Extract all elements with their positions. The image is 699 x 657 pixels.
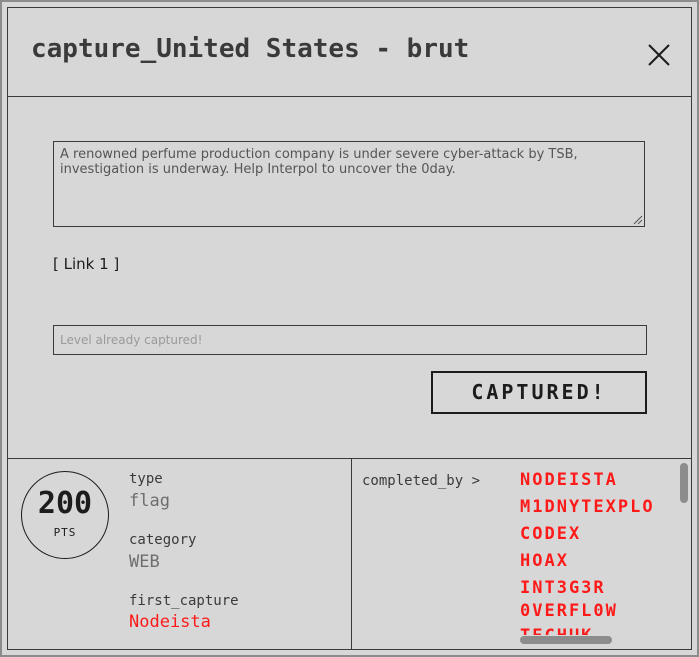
- completed-user[interactable]: NODEISTA: [520, 467, 676, 494]
- type-value: flag: [129, 491, 170, 511]
- horizontal-scrollbar[interactable]: [520, 635, 678, 645]
- completed-user[interactable]: CODEX: [520, 521, 676, 548]
- completed-by-list[interactable]: NODEISTA M1DNYTEXPLO CODEX HOAX INT3G3R …: [520, 467, 676, 635]
- challenge-dialog: capture_United States - brut [ Link 1 ] …: [0, 0, 699, 657]
- close-button[interactable]: [644, 40, 674, 70]
- completed-user[interactable]: M1DNYTEXPLO: [520, 494, 676, 521]
- completed-by-label: completed_by >: [362, 473, 481, 489]
- close-x-icon: [648, 44, 670, 66]
- challenge-stats: 200 PTS type flag category WEB first_cap…: [8, 459, 352, 650]
- completed-user[interactable]: TECHUK: [520, 623, 676, 635]
- flag-input[interactable]: [53, 325, 647, 355]
- completed-user[interactable]: HOAX: [520, 548, 676, 575]
- category-label: category: [129, 532, 197, 548]
- first-capture-label: first_capture: [129, 593, 239, 609]
- dialog-title: capture_United States - brut: [31, 34, 470, 64]
- challenge-description[interactable]: [53, 141, 645, 227]
- challenge-footer: 200 PTS type flag category WEB first_cap…: [8, 458, 691, 650]
- challenge-link[interactable]: [ Link 1 ]: [53, 255, 119, 273]
- points-value: 200: [37, 486, 93, 521]
- type-label: type: [129, 471, 163, 487]
- captured-button[interactable]: CAPTURED!: [431, 371, 647, 414]
- points-badge: 200 PTS: [21, 471, 109, 559]
- vertical-scrollbar-thumb[interactable]: [680, 463, 688, 503]
- dialog-frame: capture_United States - brut [ Link 1 ] …: [7, 7, 692, 650]
- title-bar: capture_United States - brut: [8, 8, 691, 97]
- completed-user[interactable]: INT3G3R 0VERFL0W: [520, 577, 620, 623]
- first-capture-value: Nodeista: [129, 612, 211, 632]
- horizontal-scrollbar-thumb[interactable]: [520, 636, 612, 644]
- vertical-scrollbar[interactable]: [679, 463, 689, 633]
- resize-grip-icon[interactable]: [633, 215, 643, 225]
- points-unit: PTS: [53, 526, 77, 539]
- category-value: WEB: [129, 552, 160, 572]
